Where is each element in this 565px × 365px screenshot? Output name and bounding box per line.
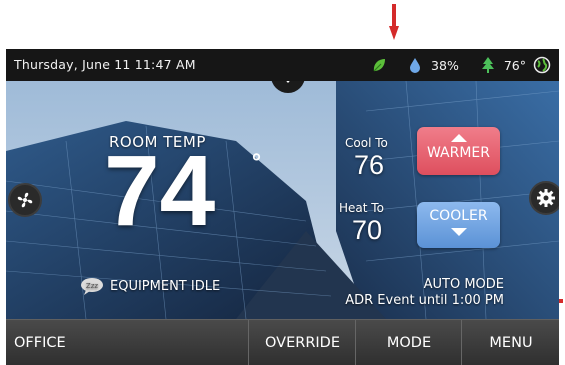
- outdoor-temp-value: 76°: [503, 57, 526, 73]
- nav-office-button[interactable]: OFFICE: [14, 320, 66, 365]
- tree-icon: [481, 57, 494, 73]
- adr-event-status: ADR Event until 1:00 PM: [345, 293, 504, 308]
- warmer-label: WARMER: [426, 145, 491, 161]
- warmer-button[interactable]: WARMER: [417, 127, 500, 175]
- water-drop-icon: [410, 58, 421, 73]
- nav-menu-button[interactable]: MENU: [461, 320, 559, 365]
- bottom-nav: OFFICE OVERRIDE MODE MENU: [6, 319, 559, 365]
- arrow-up-icon: [450, 134, 467, 142]
- arrow-down-icon: [450, 228, 467, 236]
- cool-to-value[interactable]: 76: [354, 150, 384, 181]
- degree-symbol: °: [251, 151, 262, 176]
- fan-icon: [17, 192, 33, 208]
- status-bar: Thursday, June 11 11:47 AM 38% 76°: [6, 49, 559, 81]
- fan-button[interactable]: [8, 183, 42, 217]
- gear-icon: [537, 189, 555, 207]
- nav-override-button[interactable]: OVERRIDE: [248, 320, 356, 365]
- status-datetime: Thursday, June 11 11:47 AM: [14, 57, 196, 72]
- sleep-bubble-text: Zzz: [86, 282, 98, 290]
- heat-to-label: Heat To: [339, 201, 384, 215]
- cooler-button[interactable]: COOLER: [417, 202, 500, 248]
- thermostat-screen: Thursday, June 11 11:47 AM 38% 76° ROOM …: [6, 49, 559, 365]
- equipment-status: Zzz EQUIPMENT IDLE: [79, 277, 220, 295]
- nav-mode-button[interactable]: MODE: [355, 320, 462, 365]
- main-panel: ROOM TEMP 74 ° Cool To 76 Heat To 70 WAR…: [6, 81, 559, 319]
- sleep-bubble-icon: Zzz: [81, 278, 103, 295]
- leaf-icon[interactable]: [370, 56, 388, 74]
- humidity-value: 38%: [431, 57, 459, 73]
- equipment-status-text: EQUIPMENT IDLE: [110, 278, 221, 294]
- annotation-arrow-down: [389, 4, 399, 40]
- heat-to-value[interactable]: 70: [352, 215, 382, 246]
- cooler-label: COOLER: [429, 208, 488, 224]
- settings-button[interactable]: [529, 181, 559, 215]
- status-indicators: 38% 76°: [370, 54, 551, 76]
- mode-status: AUTO MODE: [423, 277, 504, 292]
- globe-icon[interactable]: [533, 56, 551, 74]
- room-temp-value: 74: [104, 135, 216, 247]
- cool-to-label: Cool To: [345, 136, 388, 150]
